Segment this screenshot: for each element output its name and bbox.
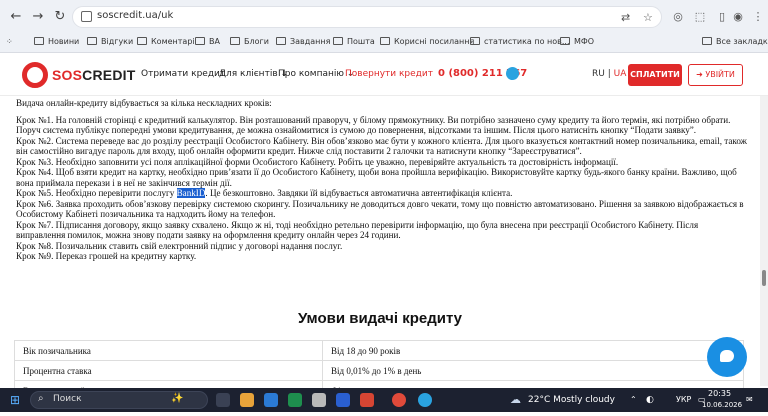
app-icon[interactable] [264, 393, 278, 407]
bookmark-item[interactable]: Коментарі [137, 34, 195, 48]
folder-icon [34, 37, 44, 45]
article-intro: Видача онлайн-кредиту відбувається за кі… [16, 98, 272, 108]
site-header: SOSCREDIT Отримати кредит Для клієнтів ↓… [0, 54, 768, 96]
bankid-selection[interactable]: BankID [176, 188, 206, 198]
folder-icon [470, 37, 480, 45]
folder-icon [137, 37, 147, 45]
file-explorer-icon[interactable] [240, 393, 254, 407]
menu-dots-icon[interactable]: ⋮ [750, 9, 766, 25]
windows-start-icon[interactable]: ⊞ [10, 392, 20, 408]
scrollbar-thumb[interactable] [762, 270, 766, 286]
telegram-taskbar-icon[interactable] [418, 393, 432, 407]
clock-date[interactable]: 10.06.2026 [702, 400, 742, 416]
step-6: Крок №6. Заявка проходить обов’язкову пе… [16, 198, 744, 220]
app-icon[interactable] [312, 393, 326, 407]
step-1: Крок №1. На головній сторінці є кредитни… [16, 114, 731, 136]
bookmark-item[interactable]: Блоги [230, 34, 269, 48]
folder-icon [702, 37, 712, 45]
folder-icon [87, 37, 97, 45]
login-button[interactable]: ➜ УВІЙТИ [688, 64, 743, 86]
back-arrow-icon[interactable]: ← [6, 7, 26, 27]
step-2: Крок №2. Система переведе вас до розділу… [16, 135, 747, 157]
step-4: Крок №4. Щоб взяти кредит на картку, нео… [16, 167, 737, 188]
step-5: Крок №5. Необхідно перевірити послугу Ba… [16, 188, 513, 198]
folder-icon [276, 37, 286, 45]
bookmarks-bar: ⁘ Новини Відгуки Коментарі ВА Блоги Завд… [0, 32, 768, 50]
weather-text[interactable]: 22°C Mostly cloudy [528, 392, 615, 408]
all-bookmarks[interactable]: Все закладки [702, 34, 768, 48]
bookmark-item[interactable]: Пошта [333, 34, 375, 48]
step-3: Крок №3. Необхідно заповнити усі поля ап… [16, 156, 619, 167]
forward-arrow-icon[interactable]: → [28, 7, 48, 27]
chrome-icon[interactable] [392, 393, 406, 407]
site-info-icon[interactable] [81, 11, 92, 22]
folder-icon [560, 37, 570, 45]
taskbar-search[interactable]: ⌕ Поиск ✨ [30, 391, 208, 409]
logo[interactable]: SOSCREDIT [22, 61, 135, 89]
step-8: Крок №8. Позичальник ставить свій електр… [16, 240, 343, 251]
translate-icon[interactable]: ⇄ [621, 11, 630, 24]
browser-chrome: ← → ↻ soscredit.ua/uk ⇄ ☆ ◎ ⬚ ▯ ◉ ⋮ ⁘ Но… [0, 0, 768, 53]
nav-about-company[interactable]: Про компанію ↓ [278, 69, 354, 79]
table-cell-label: Вік позичальника [14, 340, 323, 361]
lang-separator: | [607, 69, 611, 79]
profile-icon[interactable]: ◉ [730, 9, 746, 25]
nav-repay-credit[interactable]: Повернути кредит [345, 69, 433, 79]
app-icon[interactable] [360, 393, 374, 407]
step-7: Крок №7. Підписання договору, якщо заявк… [16, 219, 699, 241]
camera-icon[interactable]: ◎ [670, 9, 686, 25]
table-row: Вік позичальника Від 18 до 90 років [14, 340, 744, 361]
bookmark-item[interactable]: Завдання [276, 34, 330, 48]
task-view-icon[interactable] [216, 393, 230, 407]
page-scrollbar[interactable] [760, 96, 768, 386]
app-icon[interactable] [336, 393, 350, 407]
chat-bubble-icon[interactable] [707, 337, 747, 377]
tray-chevron-icon[interactable]: ⌃ [630, 392, 637, 408]
language-switcher: RU | UA [592, 69, 626, 79]
lang-ru[interactable]: RU [592, 69, 605, 79]
bookmark-item[interactable]: Новини [34, 34, 79, 48]
table-cell-value: Від 18 до 90 років [322, 340, 744, 361]
tray-app-icon[interactable]: ◐ [646, 392, 654, 408]
folder-icon [195, 37, 205, 45]
conditions-heading: Умови видачі кредиту [297, 310, 463, 327]
extensions-icon[interactable]: ⬚ [692, 9, 708, 25]
lang-ua[interactable]: UA [614, 69, 627, 79]
copilot-sparkle-icon: ✨ [171, 393, 184, 404]
windows-taskbar: ⊞ ⌕ Поиск ✨ ☁ 22°C Mostly cloudy ⌃ ◐ УКР… [0, 388, 768, 412]
app-icon[interactable] [288, 393, 302, 407]
folder-icon [230, 37, 240, 45]
nav-get-credit[interactable]: Отримати кредит [141, 69, 225, 79]
logo-text: SOSCREDIT [52, 67, 136, 83]
telegram-icon[interactable] [506, 67, 519, 80]
table-cell-label: Процентна ставка [14, 360, 323, 381]
table-row: Процентна ставка Від 0,01% до 1% в день [14, 360, 744, 381]
table-cell-value: Від 0,01% до 1% в день [322, 360, 744, 381]
bookmark-item[interactable]: МФО [560, 34, 594, 48]
bookmark-star-icon[interactable]: ☆ [643, 11, 653, 24]
weather-cloud-icon[interactable]: ☁ [510, 392, 521, 408]
bookmark-item[interactable]: статистика по нов... [470, 34, 570, 48]
bookmark-item[interactable]: Корисні посилання [380, 34, 474, 48]
bookmark-item[interactable]: Відгуки [87, 34, 133, 48]
apps-grid-icon[interactable]: ⁘ [6, 34, 13, 48]
folder-icon [333, 37, 343, 45]
folder-icon [380, 37, 390, 45]
lifebuoy-logo-icon [22, 62, 48, 88]
reload-icon[interactable]: ↻ [50, 7, 70, 27]
url-text[interactable]: soscredit.ua/uk [97, 10, 173, 21]
step-9: Крок №9. Переказ грошей на кредитну карт… [16, 251, 197, 261]
address-bar[interactable]: soscredit.ua/uk ⇄ ☆ [72, 6, 662, 28]
search-icon: ⌕ [38, 393, 44, 404]
sidebar-icon[interactable]: ▯ [714, 9, 730, 25]
address-row: ← → ↻ soscredit.ua/uk ⇄ ☆ ◎ ⬚ ▯ ◉ ⋮ [0, 3, 768, 31]
bookmark-item[interactable]: ВА [195, 34, 220, 48]
pay-button[interactable]: СПЛАТИТИ [628, 64, 682, 86]
notification-bell-icon[interactable]: ✉ [746, 392, 753, 408]
input-language[interactable]: УКР [676, 392, 691, 408]
article-content: Видача онлайн-кредиту відбувається за кі… [16, 98, 748, 262]
